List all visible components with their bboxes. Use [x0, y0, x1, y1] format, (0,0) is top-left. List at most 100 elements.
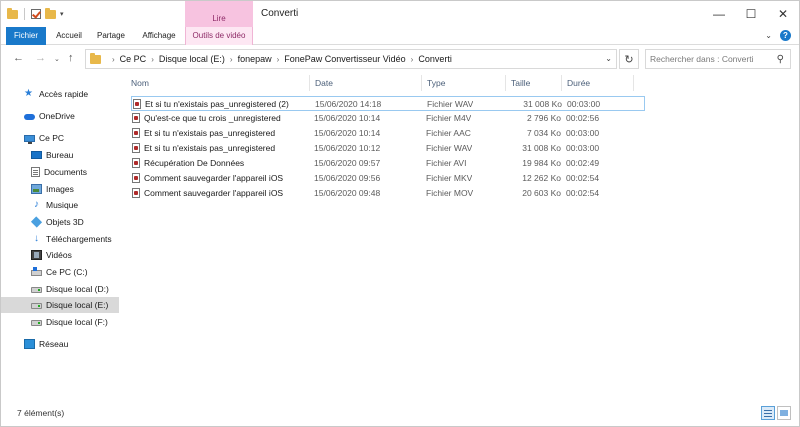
breadcrumb-separator-icon[interactable]: › — [112, 55, 115, 64]
forward-arrow-icon[interactable]: → — [35, 52, 46, 64]
tab-outils-video[interactable]: Outils de vidéo — [185, 27, 253, 45]
folder-icon — [7, 7, 18, 19]
up-arrow-icon[interactable]: ↑ — [68, 52, 74, 64]
nav-item-telechargements[interactable]: ↓ Téléchargements — [1, 231, 119, 247]
system-drive-icon — [31, 267, 42, 276]
media-file-icon — [132, 188, 140, 198]
nav-item-label: Téléchargements — [46, 234, 112, 244]
item-count: 7 élément(s) — [17, 408, 65, 418]
breadcrumb-separator-icon[interactable]: › — [151, 55, 154, 64]
table-row[interactable]: Et si tu n'existais pas_unregistered (2)… — [131, 96, 645, 111]
file-name-cell: Qu'est-ce que tu crois _unregistered — [132, 112, 312, 125]
nav-item-bureau[interactable]: Bureau — [1, 147, 119, 163]
tab-accueil[interactable]: Accueil — [51, 27, 87, 45]
breadcrumb-separator-icon[interactable]: › — [411, 55, 414, 64]
media-file-icon — [132, 143, 140, 153]
nav-item-label: Vidéos — [46, 250, 72, 260]
breadcrumb-ce-pc[interactable]: Ce PC — [120, 54, 147, 64]
file-duration: 00:02:49 — [566, 158, 600, 168]
location-folder-icon — [90, 52, 101, 64]
close-button[interactable]: ✕ — [767, 1, 799, 27]
recent-locations-icon[interactable]: ⌄ — [54, 55, 60, 63]
tab-partage[interactable]: Partage — [93, 27, 129, 45]
address-bar[interactable]: › Ce PC › Disque local (E:) › fonepaw › … — [85, 49, 617, 69]
nav-item-label: OneDrive — [39, 111, 75, 121]
file-name-cell: Et si tu n'existais pas_unregistered — [132, 127, 312, 140]
column-divider[interactable] — [561, 75, 562, 91]
tab-affichage[interactable]: Affichage — [137, 27, 181, 45]
breadcrumb-disque-e[interactable]: Disque local (E:) — [159, 54, 225, 64]
music-icon: ♪ — [34, 199, 39, 210]
download-icon: ↓ — [34, 233, 39, 244]
nav-item-drive-c[interactable]: Ce PC (C:) — [1, 264, 119, 280]
search-input[interactable] — [650, 54, 772, 64]
nav-item-reseau[interactable]: Réseau — [1, 336, 119, 352]
search-box[interactable]: ⚲ — [645, 49, 791, 69]
address-dropdown-icon[interactable]: ⌄ — [605, 54, 612, 63]
nav-item-label: Ce PC — [39, 133, 65, 143]
minimize-button[interactable]: — — [703, 1, 735, 27]
maximize-button[interactable]: ☐ — [735, 1, 767, 27]
properties-icon[interactable] — [31, 9, 41, 19]
file-date: 15/06/2020 10:14 — [314, 128, 381, 138]
file-size: 31 008 Ko — [522, 143, 561, 153]
nav-item-drive-d[interactable]: Disque local (D:) — [1, 281, 119, 297]
file-date: 15/06/2020 09:57 — [314, 158, 381, 168]
nav-item-acces-rapide[interactable]: ★ Accès rapide — [1, 86, 119, 102]
new-folder-icon[interactable] — [45, 7, 56, 19]
table-row[interactable]: Et si tu n'existais pas_unregistered 15/… — [131, 126, 645, 141]
nav-item-musique[interactable]: ♪ Musique — [1, 197, 119, 213]
breadcrumb-separator-icon[interactable]: › — [277, 55, 280, 64]
video-icon — [31, 250, 42, 260]
table-row[interactable]: Qu'est-ce que tu crois _unregistered 15/… — [131, 111, 645, 126]
column-header-date[interactable]: Date — [315, 75, 333, 91]
nav-item-drive-f[interactable]: Disque local (F:) — [1, 314, 119, 330]
column-header-duree[interactable]: Durée — [567, 75, 590, 91]
column-divider[interactable] — [421, 75, 422, 91]
breadcrumb-convertisseur[interactable]: FonePaw Convertisseur Vidéo — [284, 54, 405, 64]
breadcrumb-converti[interactable]: Converti — [418, 54, 452, 64]
tab-fichier[interactable]: Fichier — [6, 27, 46, 45]
nav-item-onedrive[interactable]: OneDrive — [1, 108, 119, 124]
table-row[interactable]: Comment sauvegarder l'appareil iOS 15/06… — [131, 171, 645, 186]
nav-item-documents[interactable]: Documents — [1, 164, 119, 180]
table-row[interactable]: Et si tu n'existais pas_unregistered 15/… — [131, 141, 645, 156]
cube-icon — [30, 216, 43, 228]
file-duration: 00:02:54 — [566, 173, 600, 183]
refresh-button[interactable]: ↻ — [619, 49, 639, 69]
nav-item-objets-3d[interactable]: Objets 3D — [1, 214, 119, 230]
large-icons-view-icon[interactable] — [777, 406, 791, 420]
customize-toolbar-icon[interactable]: ▾ — [60, 10, 64, 18]
breadcrumb-separator-icon[interactable]: › — [230, 55, 233, 64]
file-date: 15/06/2020 09:56 — [314, 173, 381, 183]
back-arrow-icon[interactable]: ← — [13, 52, 24, 64]
breadcrumb-fonepaw[interactable]: fonepaw — [238, 54, 272, 64]
table-row[interactable]: Comment sauvegarder l'appareil iOS 15/06… — [131, 186, 645, 201]
help-icon[interactable]: ? — [780, 30, 791, 41]
search-icon: ⚲ — [776, 54, 784, 65]
column-header-type[interactable]: Type — [427, 75, 445, 91]
nav-item-ce-pc[interactable]: Ce PC — [1, 130, 119, 146]
nav-item-images[interactable]: Images — [1, 181, 119, 197]
status-bar: 7 élément(s) — [1, 401, 799, 426]
file-duration: 00:03:00 — [566, 143, 600, 153]
table-row[interactable]: Récupération De Données 15/06/2020 09:57… — [131, 156, 645, 171]
column-divider[interactable] — [309, 75, 310, 91]
column-header-nom[interactable]: Nom — [131, 75, 149, 91]
details-view-icon[interactable] — [761, 406, 775, 420]
expand-ribbon-icon[interactable]: ⌄ — [765, 31, 772, 40]
cloud-icon — [24, 114, 35, 120]
file-name: Récupération De Données — [144, 158, 245, 168]
file-size: 20 603 Ko — [522, 188, 561, 198]
file-name-cell: Comment sauvegarder l'appareil iOS — [132, 187, 312, 200]
file-name-cell: Et si tu n'existais pas_unregistered — [132, 142, 312, 155]
column-divider[interactable] — [505, 75, 506, 91]
file-date: 15/06/2020 10:14 — [314, 113, 381, 123]
file-size: 19 984 Ko — [522, 158, 561, 168]
nav-item-videos[interactable]: Vidéos — [1, 247, 119, 263]
file-list: Nom Date Type Taille Durée Et si tu n'ex… — [125, 73, 799, 399]
nav-item-drive-e[interactable]: Disque local (E:) — [1, 297, 119, 313]
column-divider[interactable] — [633, 75, 634, 91]
column-header-taille[interactable]: Taille — [511, 75, 530, 91]
window-controls: — ☐ ✕ — [703, 1, 799, 27]
